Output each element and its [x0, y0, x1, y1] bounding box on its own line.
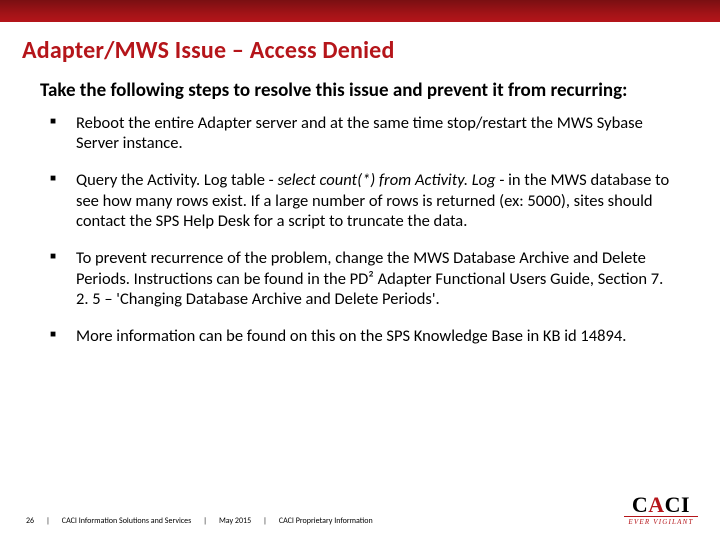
logo-letter-red: A: [648, 492, 664, 517]
list-item: Query the Activity. Log table - select c…: [50, 170, 676, 232]
page-number: 26: [26, 516, 34, 526]
list-item: To prevent recurrence of the problem, ch…: [50, 248, 676, 310]
brand-bar: [0, 0, 720, 22]
footer-org: CACI Information Solutions and Services: [62, 516, 191, 526]
footer: 26 | CACI Information Solutions and Serv…: [0, 496, 720, 526]
footer-separator: |: [263, 516, 267, 526]
bullet-list: Reboot the entire Adapter server and at …: [0, 113, 720, 363]
bullet-text: Reboot the entire Adapter server and at …: [76, 113, 643, 154]
bullet-text-pre: Query the Activity. Log table -: [76, 170, 277, 190]
intro-text: Take the following steps to resolve this…: [0, 71, 720, 113]
slide-title: Adapter/MWS Issue – Access Denied: [0, 22, 720, 71]
footer-date: May 2015: [219, 516, 251, 526]
logo-text: CACI: [632, 495, 690, 515]
list-item: Reboot the entire Adapter server and at …: [50, 113, 676, 154]
footer-separator: |: [46, 516, 50, 526]
list-item: More information can be found on this on…: [50, 326, 676, 347]
slide: Adapter/MWS Issue – Access Denied Take t…: [0, 0, 720, 540]
logo-letter: C: [665, 492, 681, 517]
footer-separator: |: [203, 516, 207, 526]
logo-letter: I: [681, 492, 690, 517]
bullet-text: To prevent recurrence of the problem, ch…: [76, 248, 663, 309]
bullet-text: More information can be found on this on…: [76, 326, 626, 346]
logo-tagline: EVER VIGILANT: [628, 518, 693, 526]
footer-classification: CACI Proprietary Information: [279, 516, 373, 526]
footer-left: 26 | CACI Information Solutions and Serv…: [26, 516, 373, 526]
bullet-text-italic: select count(*) from Activity. Log: [277, 170, 495, 190]
logo-rule: [624, 516, 698, 518]
logo-letter: C: [632, 492, 648, 517]
caci-logo: CACI EVER VIGILANT: [624, 495, 698, 526]
